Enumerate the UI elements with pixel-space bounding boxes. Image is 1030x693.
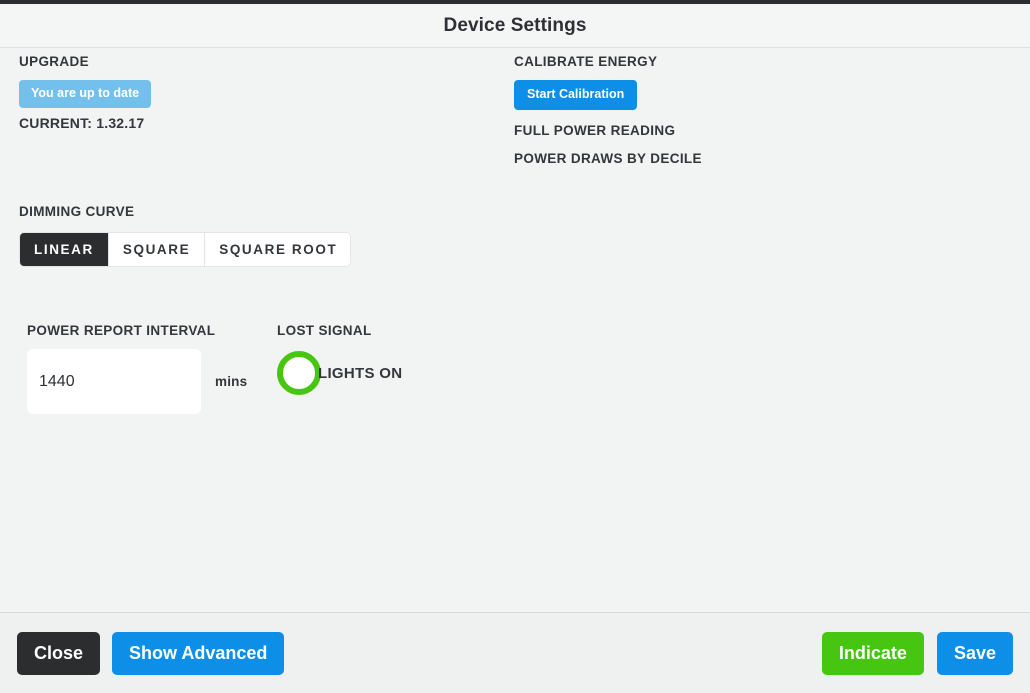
dimming-curve-label: DIMMING CURVE	[19, 204, 135, 219]
page-title: Device Settings	[443, 14, 587, 36]
lights-on-ring-icon[interactable]	[277, 351, 321, 395]
save-button[interactable]: Save	[936, 631, 1013, 675]
dimming-curve-segmented-control[interactable]: LINEAR SQUARE SQUARE ROOT	[19, 232, 351, 267]
power-draws-by-decile-label: POWER DRAWS BY DECILE	[514, 150, 702, 166]
interval-unit-label: mins	[215, 374, 248, 389]
lost-signal-state-label: LIGHTS ON	[318, 364, 403, 382]
segment-linear[interactable]: LINEAR	[20, 233, 109, 266]
current-version-text: CURRENT: 1.32.17	[19, 114, 145, 131]
indicate-button[interactable]: Indicate	[821, 631, 924, 675]
upgrade-label: UPGRADE	[19, 54, 89, 69]
power-report-interval-row: mins	[27, 349, 247, 414]
calibrate-energy-label: CALIBRATE ENERGY	[514, 54, 658, 69]
dimming-curve-section: DIMMING CURVE LINEAR SQUARE SQUARE ROOT	[19, 204, 351, 267]
footer-right-actions: Indicate Save	[821, 631, 1013, 675]
calibrate-energy-section: CALIBRATE ENERGY Start Calibration FULL …	[514, 54, 702, 166]
dialog-header: Device Settings	[0, 4, 1030, 48]
segment-square-root[interactable]: SQUARE ROOT	[205, 233, 350, 266]
footer-left-actions: Close Show Advanced	[17, 631, 285, 675]
show-advanced-button[interactable]: Show Advanced	[112, 631, 285, 675]
segment-square[interactable]: SQUARE	[108, 233, 206, 266]
start-calibration-button[interactable]: Start Calibration	[514, 80, 638, 110]
lost-signal-label: LOST SIGNAL	[277, 323, 372, 338]
power-report-interval-input[interactable]	[27, 349, 201, 414]
settings-body: UPGRADE You are up to date CURRENT: 1.32…	[0, 49, 1030, 612]
close-button[interactable]: Close	[17, 631, 101, 675]
dialog-footer: Close Show Advanced Indicate Save	[0, 612, 1030, 693]
full-power-reading-label: FULL POWER READING	[514, 122, 676, 138]
lost-signal-section: LOST SIGNAL LIGHTS ON	[277, 323, 402, 395]
upgrade-section: UPGRADE You are up to date CURRENT: 1.32…	[19, 54, 152, 131]
power-report-interval-section: POWER REPORT INTERVAL mins	[27, 323, 247, 414]
lost-signal-row: LIGHTS ON	[277, 351, 402, 395]
power-report-interval-label: POWER REPORT INTERVAL	[27, 323, 216, 338]
upgrade-status-badge[interactable]: You are up to date	[19, 80, 152, 108]
